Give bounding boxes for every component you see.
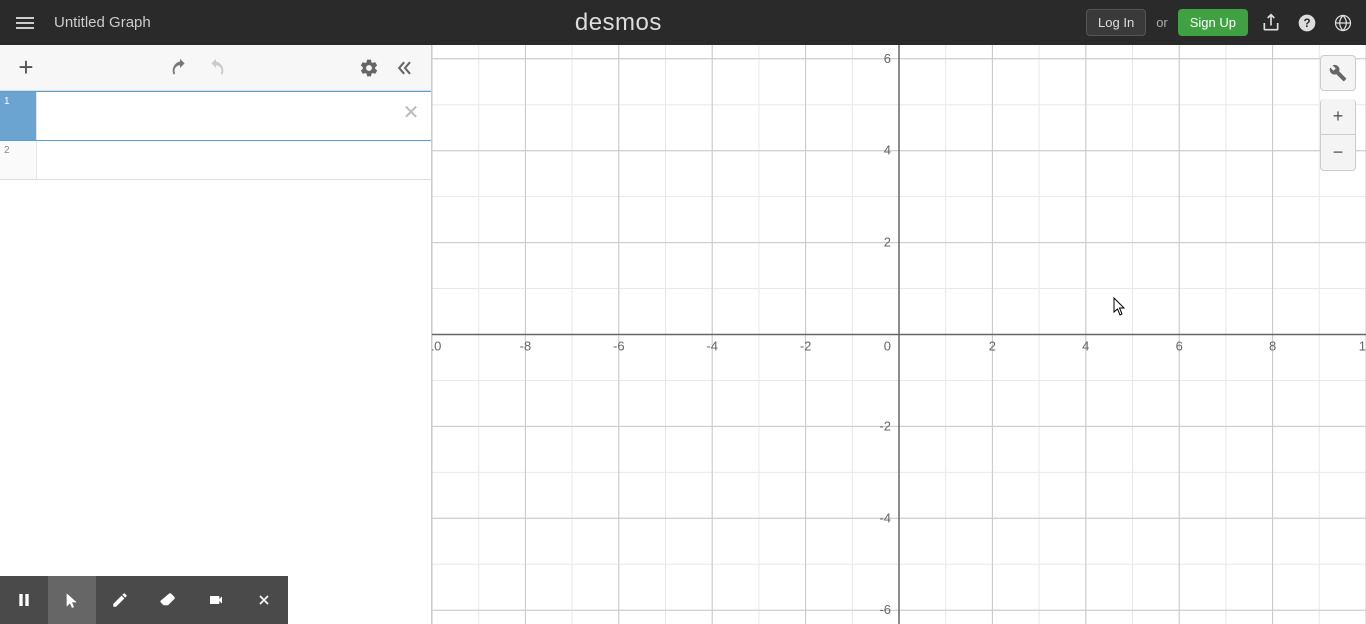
zoom-out-button[interactable]: − [1320,135,1356,171]
svg-text:?: ? [1303,17,1310,30]
pause-button[interactable] [0,576,48,624]
graph-controls: + − [1320,55,1356,171]
expression-row[interactable]: 2 [0,141,431,180]
svg-text:0: 0 [884,339,891,354]
header-right: Log In or Sign Up ? [1086,9,1356,36]
sidebar-toolbar: + [0,45,431,91]
recording-toolbar [0,576,288,624]
expression-index: 1 [0,92,37,140]
svg-text:-2: -2 [879,418,891,433]
desmos-logo: desmos [575,9,662,37]
svg-text:-8: -8 [520,339,532,354]
language-icon[interactable] [1330,10,1356,36]
svg-text:10: 10 [1359,339,1366,354]
graph-settings-button[interactable] [1320,55,1356,91]
signup-button[interactable]: Sign Up [1178,9,1248,36]
svg-text:2: 2 [989,339,996,354]
svg-text:4: 4 [884,143,891,158]
coordinate-plane[interactable]: -10 -8 -6 -4 -2 2 4 6 8 10 -6 -4 -2 2 4 6 0 [432,45,1366,624]
app-header: Untitled Graph desmos Log In or Sign Up … [0,0,1366,45]
undo-button[interactable] [162,50,198,86]
svg-text:-6: -6 [879,602,891,617]
expression-index: 2 [0,141,37,179]
cursor-tool-button[interactable] [48,576,96,624]
logo-wrap: desmos [151,9,1086,37]
pencil-tool-button[interactable] [96,576,144,624]
svg-text:-6: -6 [613,339,625,354]
expression-row[interactable]: 1 ✕ [0,91,431,141]
graph-area[interactable]: -10 -8 -6 -4 -2 2 4 6 8 10 -6 -4 -2 2 4 6 0 + − [432,45,1366,624]
delete-expression-icon[interactable]: ✕ [399,100,423,124]
settings-icon[interactable] [351,50,387,86]
svg-text:6: 6 [1176,339,1183,354]
login-button[interactable]: Log In [1086,9,1146,36]
svg-text:-2: -2 [800,339,812,354]
redo-button[interactable] [198,50,234,86]
close-toolbar-button[interactable] [240,576,288,624]
graph-title[interactable]: Untitled Graph [54,14,151,31]
svg-text:-4: -4 [706,339,718,354]
main: + 1 ✕ 2 -10-8-6-4-2246810 [0,45,1366,624]
svg-text:4: 4 [1082,339,1089,354]
eraser-tool-button[interactable] [144,576,192,624]
add-expression-button[interactable]: + [8,50,44,86]
expression-input[interactable] [37,141,431,179]
menu-icon[interactable] [10,8,40,38]
zoom-in-button[interactable]: + [1320,99,1356,135]
expression-input[interactable] [37,92,431,140]
svg-text:2: 2 [884,235,891,250]
svg-text:8: 8 [1269,339,1276,354]
collapse-sidebar-button[interactable] [387,50,423,86]
video-button[interactable] [192,576,240,624]
svg-text:6: 6 [884,51,891,66]
expression-sidebar: + 1 ✕ 2 [0,45,432,624]
or-text: or [1156,15,1168,30]
svg-text:-10: -10 [432,339,441,354]
help-icon[interactable]: ? [1294,10,1320,36]
svg-text:-4: -4 [879,510,891,525]
share-icon[interactable] [1258,10,1284,36]
